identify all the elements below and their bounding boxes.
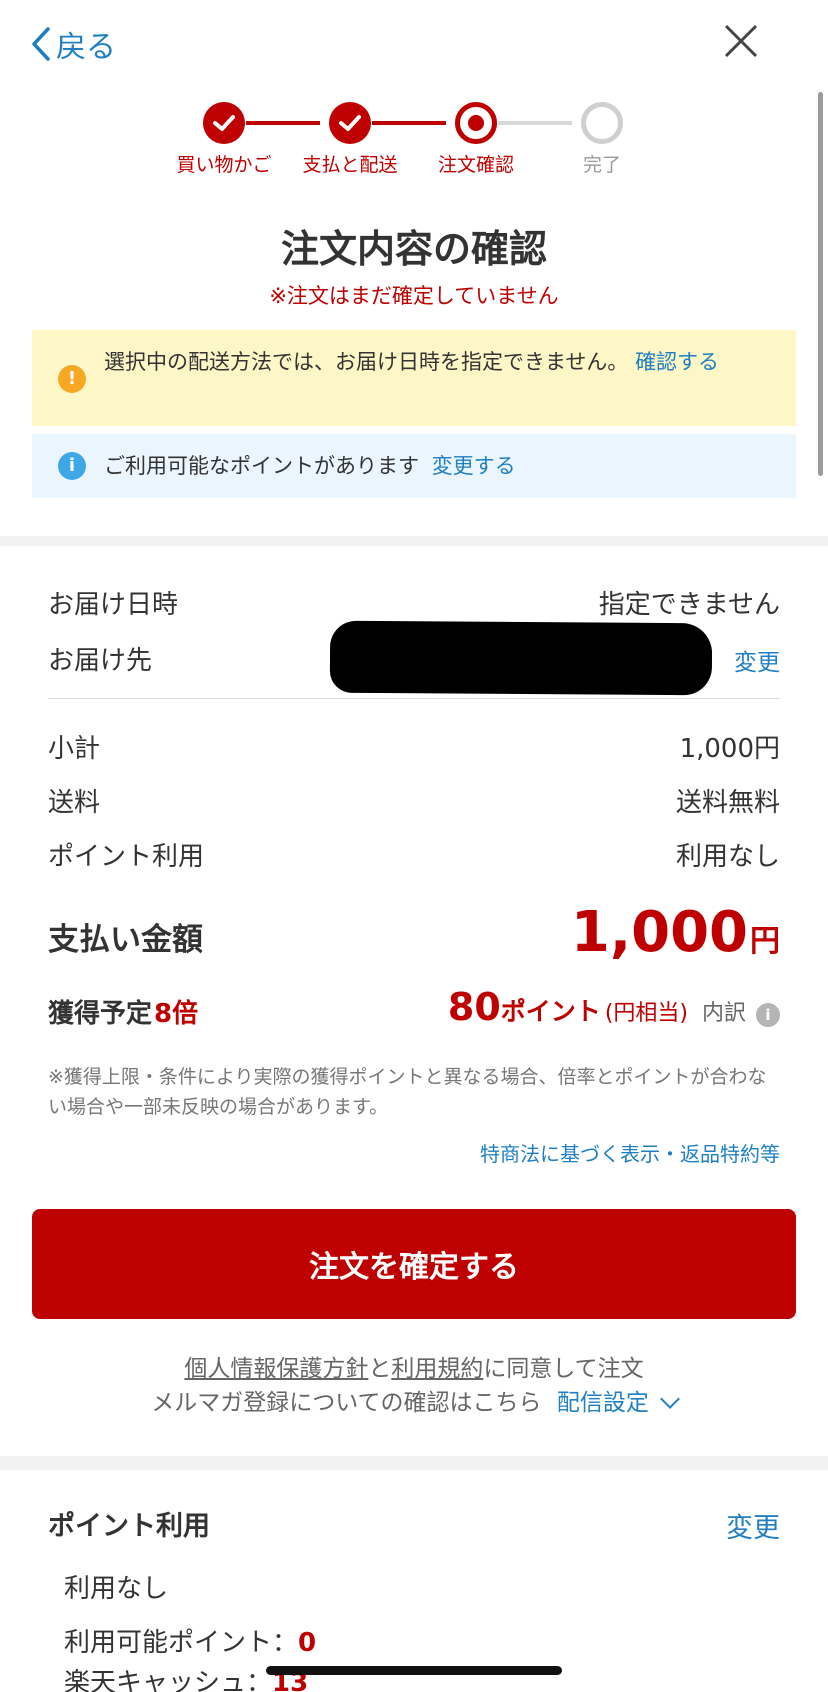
- delivery-date-label: お届け日時: [48, 590, 179, 620]
- earn-points-equiv: (円相当): [604, 1001, 688, 1026]
- available-points-label: 利用可能ポイント：: [64, 1628, 299, 1658]
- delivery-settings-label: 配信設定: [556, 1390, 649, 1416]
- rakuten-cash-label: 楽天キャッシュ：: [64, 1668, 273, 1692]
- privacy-policy-link[interactable]: 個人情報保護方針: [184, 1356, 368, 1382]
- subtotal-value: 1,000円: [679, 734, 780, 764]
- chevron-down-icon: [659, 1389, 680, 1409]
- payment-amount-label: 支払い金額: [48, 922, 203, 958]
- check-icon: [329, 102, 371, 144]
- step-label: 注文確認: [437, 154, 514, 176]
- point-section-status: 利用なし: [64, 1574, 169, 1604]
- points-disclaimer: ※獲得上限・条件により実際の獲得ポイントと異なる場合、倍率とポイントが合わない場…: [48, 1066, 767, 1118]
- chevron-left-icon: [32, 27, 50, 61]
- earn-multiplier: 8倍: [154, 999, 199, 1029]
- step-complete: 完了: [532, 102, 672, 177]
- terms-link[interactable]: 利用規約: [391, 1356, 483, 1382]
- delivery-date-row: お届け日時 指定できません: [48, 584, 780, 621]
- warning-text: 選択中の配送方法では、お届け日時を指定できません。: [104, 350, 629, 374]
- progress-steps: 買い物かご 支払と配送 注文確認 完了: [0, 102, 828, 182]
- back-label: 戻る: [56, 30, 116, 65]
- agreement-line-1: 個人情報保護方針と利用規約に同意して注文: [0, 1352, 828, 1386]
- info-circle-icon: i: [58, 452, 86, 480]
- warning-circle-icon: !: [58, 365, 86, 393]
- warning-confirm-link[interactable]: 確認する: [635, 350, 719, 374]
- point-usage-label: ポイント利用: [48, 842, 205, 872]
- section-divider: [0, 1456, 828, 1470]
- step-cart: 買い物かご: [154, 102, 294, 177]
- earn-points-unit: ポイント: [500, 997, 601, 1026]
- shipping-value: 送料無料: [675, 788, 780, 818]
- step-label: 買い物かご: [176, 154, 272, 176]
- earn-points-value: 80: [447, 985, 501, 1029]
- earn-points-label: 獲得予定8倍: [48, 993, 198, 1030]
- info-change-link[interactable]: 変更する: [432, 454, 516, 478]
- subtotal-row: 小計 1,000円: [48, 728, 780, 765]
- current-step-icon: [455, 102, 497, 144]
- confirm-order-button[interactable]: 注文を確定する: [32, 1209, 796, 1319]
- agreement-line-2: メルマガ登録についての確認はこちら 配信設定: [0, 1386, 828, 1420]
- payment-amount: 1,000円: [571, 900, 780, 965]
- available-points-value: 0: [298, 1628, 317, 1658]
- check-icon: [203, 102, 245, 144]
- agreement-text: 個人情報保護方針と利用規約に同意して注文 メルマガ登録についての確認はこちら 配…: [0, 1352, 828, 1420]
- page-subtitle: ※注文はまだ確定していません: [269, 284, 559, 308]
- step-label: 支払と配送: [302, 154, 398, 176]
- legal-link[interactable]: 特商法に基づく表示・返品特約等: [480, 1138, 780, 1167]
- close-icon[interactable]: [722, 22, 760, 60]
- divider: [48, 698, 780, 699]
- home-indicator[interactable]: [266, 1666, 562, 1675]
- subtotal-label: 小計: [48, 734, 101, 764]
- page-title: 注文内容の確認: [280, 227, 547, 271]
- delivery-address-label: お届け先: [48, 646, 153, 676]
- payment-amount-value: 1,000: [570, 900, 748, 965]
- info-text: ご利用可能なポイントがあります: [104, 454, 419, 478]
- point-usage-value: 利用なし: [675, 842, 780, 872]
- earn-label: 獲得予定: [48, 999, 153, 1029]
- redacted-address: [329, 620, 713, 696]
- back-button[interactable]: 戻る: [30, 22, 116, 66]
- payment-currency: 円: [750, 924, 780, 959]
- section-divider: [0, 536, 828, 546]
- info-icon[interactable]: i: [756, 1003, 780, 1027]
- delivery-settings-link[interactable]: 配信設定: [556, 1389, 680, 1416]
- step-label: 完了: [582, 154, 621, 176]
- breakdown-link[interactable]: 内訳: [702, 995, 746, 1027]
- earn-points: 80 ポイント (円相当) 内訳 i: [448, 985, 780, 1029]
- point-section-change-link[interactable]: 変更: [726, 1506, 780, 1545]
- delivery-warning-notice: ! 選択中の配送方法では、お届け日時を指定できません。 確認する: [32, 330, 796, 426]
- shipping-row: 送料 送料無料: [48, 782, 780, 819]
- point-section-title: ポイント利用: [48, 1511, 210, 1542]
- available-points-row: 利用可能ポイント：0: [64, 1622, 316, 1659]
- step-confirm: 注文確認: [406, 102, 546, 177]
- delivery-date-value: 指定できません: [598, 590, 780, 620]
- step-payment-shipping: 支払と配送: [280, 102, 420, 177]
- points-info-notice: i ご利用可能なポイントがあります 変更する: [32, 434, 796, 498]
- point-usage-row: ポイント利用 利用なし: [48, 836, 780, 873]
- shipping-label: 送料: [48, 788, 101, 818]
- agreement-suffix: に同意して注文: [483, 1356, 644, 1382]
- address-change-link[interactable]: 変更: [734, 650, 780, 676]
- mailmag-text: メルマガ登録についての確認はこちら: [151, 1390, 542, 1416]
- agreement-and: と: [368, 1356, 392, 1382]
- pending-step-icon: [581, 102, 623, 144]
